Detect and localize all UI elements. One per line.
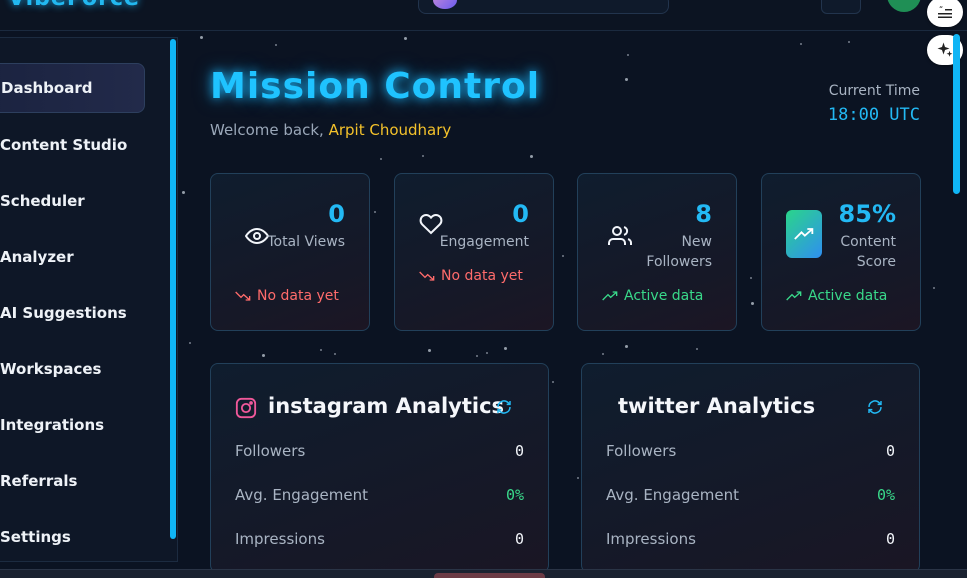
stat-label: Engagement <box>439 234 529 250</box>
metric-label: Avg. Engagement <box>606 486 739 504</box>
metric-label: Impressions <box>606 530 696 548</box>
user-avatar[interactable] <box>887 0 921 12</box>
sidebar-item-content-studio[interactable]: Content Studio <box>0 120 145 170</box>
sidebar-item-label: Workspaces <box>0 360 102 378</box>
stat-trend: No data yet <box>419 268 523 284</box>
trending-up-icon <box>786 291 802 301</box>
notifications-button[interactable] <box>821 0 861 14</box>
svg-text:“: “ <box>939 5 943 14</box>
sidebar: Dashboard Content Studio Scheduler Analy… <box>0 37 178 562</box>
trending-down-icon <box>419 271 435 281</box>
metric-label: Followers <box>606 442 677 460</box>
refresh-icon[interactable] <box>867 399 883 415</box>
stat-value: 0 <box>512 200 529 228</box>
stat-value: 0 <box>328 200 345 228</box>
metric-row: Followers 0 <box>235 442 524 460</box>
page-title: Mission Control <box>210 66 541 107</box>
current-time-value: 18:00 UTC <box>827 105 920 125</box>
twitter-analytics-panel: twitter Analytics Followers 0 Avg. Engage… <box>581 363 920 573</box>
panel-title: twitter Analytics <box>618 394 816 418</box>
sparkle-icon <box>937 42 953 57</box>
sidebar-item-label: AI Suggestions <box>0 304 127 322</box>
stat-card-total-views: 0 Total Views No data yet <box>210 173 370 331</box>
workspace-avatar <box>433 0 457 9</box>
metric-label: Followers <box>235 442 306 460</box>
sidebar-item-label: Referrals <box>0 472 78 490</box>
sidebar-item-label: Dashboard <box>1 79 93 97</box>
panel-title: instagram Analytics <box>268 394 505 418</box>
sidebar-item-referrals[interactable]: Referrals <box>0 456 145 506</box>
sidebar-item-scheduler[interactable]: Scheduler <box>0 176 145 226</box>
stat-trend-text: No data yet <box>441 268 523 284</box>
stat-value: 8 <box>695 200 712 228</box>
user-name: Arpit Choudhary <box>328 121 452 139</box>
welcome-message: Welcome back, Arpit Choudhary <box>210 121 451 139</box>
trending-down-icon <box>235 291 251 301</box>
sidebar-item-dashboard[interactable]: Dashboard <box>0 63 145 113</box>
welcome-prefix: Welcome back, <box>210 121 324 139</box>
metric-row: Impressions 0 <box>606 530 895 548</box>
sidebar-item-label: Content Studio <box>0 136 128 154</box>
top-bar: VibeForce <box>0 0 967 31</box>
workspace-switcher[interactable] <box>418 0 669 14</box>
main-scrollbar[interactable] <box>953 34 960 194</box>
sidebar-item-label: Settings <box>0 528 71 546</box>
current-time-label: Current Time <box>828 83 920 99</box>
sidebar-item-label: Analyzer <box>0 248 74 266</box>
stat-trend-text: No data yet <box>257 288 339 304</box>
sidebar-item-integrations[interactable]: Integrations <box>0 400 145 450</box>
stat-label: New Followers <box>646 234 712 270</box>
metric-value: 0% <box>876 486 895 504</box>
app-logo[interactable]: VibeForce <box>8 0 140 11</box>
stat-label: Total Views <box>267 234 345 250</box>
stat-trend: No data yet <box>235 288 339 304</box>
trending-up-icon <box>602 291 618 301</box>
sidebar-item-workspaces[interactable]: Workspaces <box>0 344 145 394</box>
stat-value: 85% <box>838 200 896 228</box>
metric-label: Avg. Engagement <box>235 486 368 504</box>
sidebar-item-label: Integrations <box>0 416 105 434</box>
metric-row: Followers 0 <box>606 442 895 460</box>
bottom-tab[interactable] <box>434 573 545 578</box>
stat-card-engagement: 0 Engagement No data yet <box>394 173 554 331</box>
sidebar-scrollbar[interactable] <box>170 39 176 539</box>
metric-value: 0 <box>885 530 895 548</box>
metric-label: Impressions <box>235 530 325 548</box>
metric-row: Avg. Engagement 0% <box>235 486 524 504</box>
refresh-icon[interactable] <box>496 399 512 415</box>
quote-button[interactable]: “ <box>927 0 963 27</box>
stat-label: Content Score <box>840 234 896 270</box>
metric-value: 0 <box>514 442 524 460</box>
sidebar-item-label: Scheduler <box>0 192 85 210</box>
metric-value: 0 <box>885 442 895 460</box>
instagram-icon <box>235 397 257 419</box>
stat-trend-text: Active data <box>624 288 704 304</box>
metric-value: 0% <box>505 486 524 504</box>
stat-trend-text: Active data <box>808 288 888 304</box>
metric-row: Avg. Engagement 0% <box>606 486 895 504</box>
metric-value: 0 <box>514 530 524 548</box>
stat-trend: Active data <box>602 288 703 304</box>
stat-card-content-score: 85% Content Score Active data <box>761 173 921 331</box>
stat-card-new-followers: 8 New Followers Active data <box>577 173 737 331</box>
sidebar-item-ai-suggestions[interactable]: AI Suggestions <box>0 288 145 338</box>
quote-list-icon: “ <box>938 5 952 18</box>
sidebar-item-analyzer[interactable]: Analyzer <box>0 232 145 282</box>
sidebar-item-settings[interactable]: Settings <box>0 512 145 562</box>
metric-row: Impressions 0 <box>235 530 524 548</box>
instagram-analytics-panel: instagram Analytics Followers 0 Avg. Enga… <box>210 363 549 573</box>
stat-trend: Active data <box>786 288 887 304</box>
